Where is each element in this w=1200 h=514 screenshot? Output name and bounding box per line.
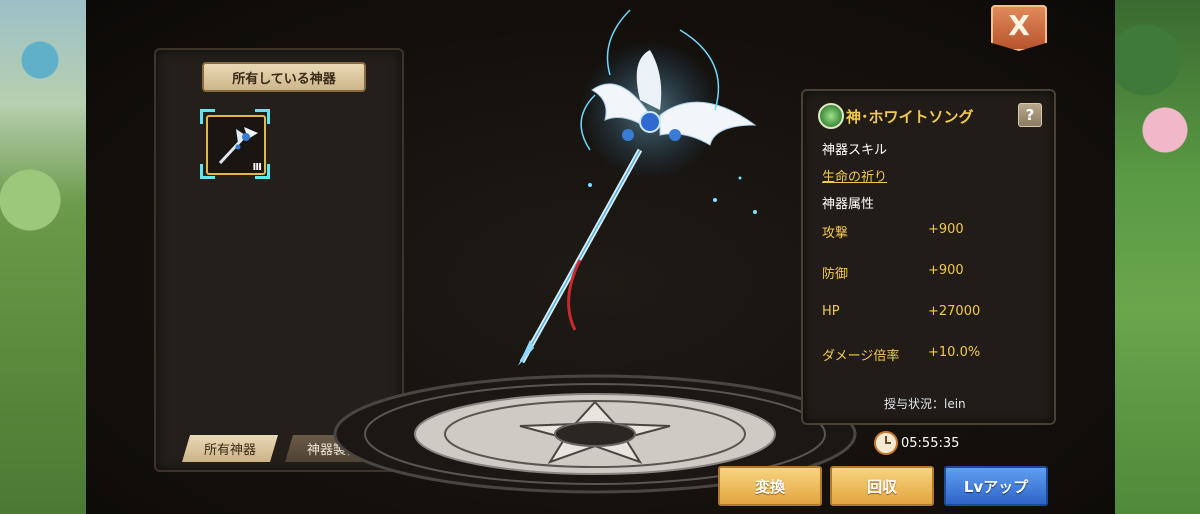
element-icon bbox=[818, 103, 844, 129]
attribute-heading: 神器属性 bbox=[822, 197, 875, 212]
skill-name-link[interactable]: 生命の祈り bbox=[822, 166, 887, 185]
game-world-left bbox=[0, 0, 86, 514]
close-button[interactable]: X bbox=[991, 5, 1047, 51]
stat-value-attack: +900 bbox=[928, 222, 964, 237]
level-up-button[interactable]: Lvアップ bbox=[944, 466, 1048, 506]
slot-corner bbox=[255, 109, 270, 124]
stat-label-hp: HP bbox=[822, 304, 840, 319]
recover-button[interactable]: 回収 bbox=[830, 466, 934, 506]
artifact-staff-illustration bbox=[518, 9, 757, 366]
convert-button[interactable]: 変換 bbox=[718, 466, 822, 506]
owned-artifacts-header: 所有している神器 bbox=[202, 62, 366, 92]
skill-heading: 神器スキル bbox=[822, 143, 888, 158]
stat-value-defense: +900 bbox=[928, 263, 964, 278]
stat-label-defense: 防御 bbox=[822, 267, 849, 282]
tab-owned-artifacts[interactable]: 所有神器 bbox=[182, 435, 278, 462]
stat-label-attack: 攻撃 bbox=[822, 226, 849, 241]
stat-value-damage-rate: +10.0% bbox=[928, 345, 981, 360]
artifact-slot[interactable]: Ⅲ bbox=[200, 109, 270, 179]
slot-corner bbox=[200, 109, 215, 124]
countdown-timer: 05:55:35 bbox=[901, 436, 960, 451]
game-world-right bbox=[1115, 0, 1200, 514]
stat-label-damage-rate: ダメージ倍率 bbox=[822, 349, 900, 364]
artifact-name: 神･ホワイトソング bbox=[846, 108, 974, 126]
slot-corner bbox=[200, 164, 215, 179]
help-button[interactable]: ? bbox=[1018, 103, 1042, 127]
stat-value-hp: +27000 bbox=[928, 304, 981, 319]
grant-status: 授与状況：lein bbox=[884, 397, 966, 411]
clock-icon bbox=[874, 431, 898, 455]
artifact-level-badge: Ⅲ bbox=[252, 162, 262, 173]
